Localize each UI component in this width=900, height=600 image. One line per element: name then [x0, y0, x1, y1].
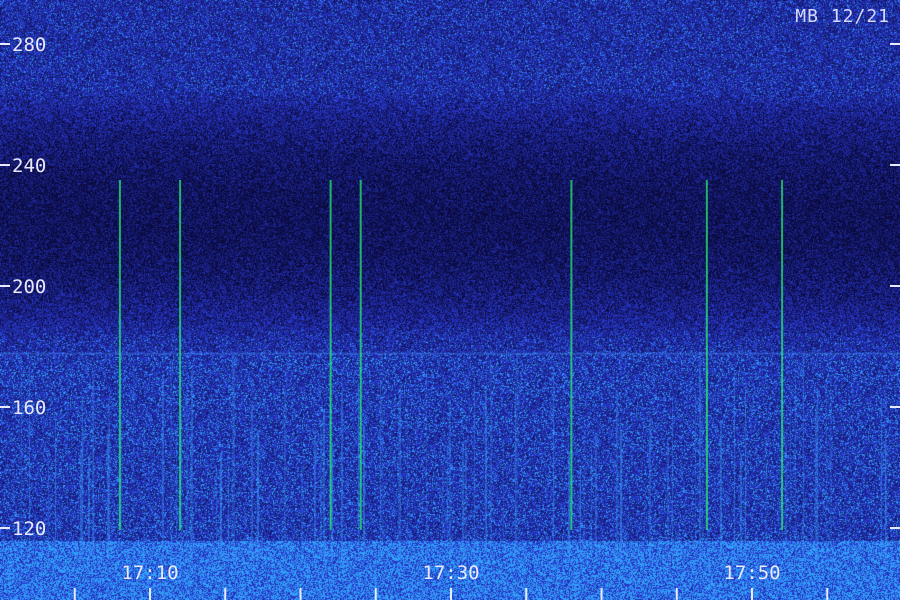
y-tick-label-2: 200	[12, 276, 46, 298]
y-tick-label-1: 240	[12, 155, 46, 177]
y-tick-label-4: 120	[12, 518, 46, 540]
x-tick-label-0: 17:10	[121, 562, 178, 584]
x-tick-label-2: 17:50	[723, 562, 780, 584]
axes-overlay: 280 240 200 160 120 17:10 17:30 17:50	[0, 34, 900, 600]
spectrogram: 280 240 200 160 120 17:10 17:30 17:50 MB 12/21	[0, 0, 900, 600]
y-tick-label-3: 160	[12, 397, 46, 419]
x-tick-label-1: 17:30	[422, 562, 479, 584]
y-tick-label-0: 280	[12, 34, 46, 56]
corner-label: MB 12/21	[795, 6, 890, 27]
